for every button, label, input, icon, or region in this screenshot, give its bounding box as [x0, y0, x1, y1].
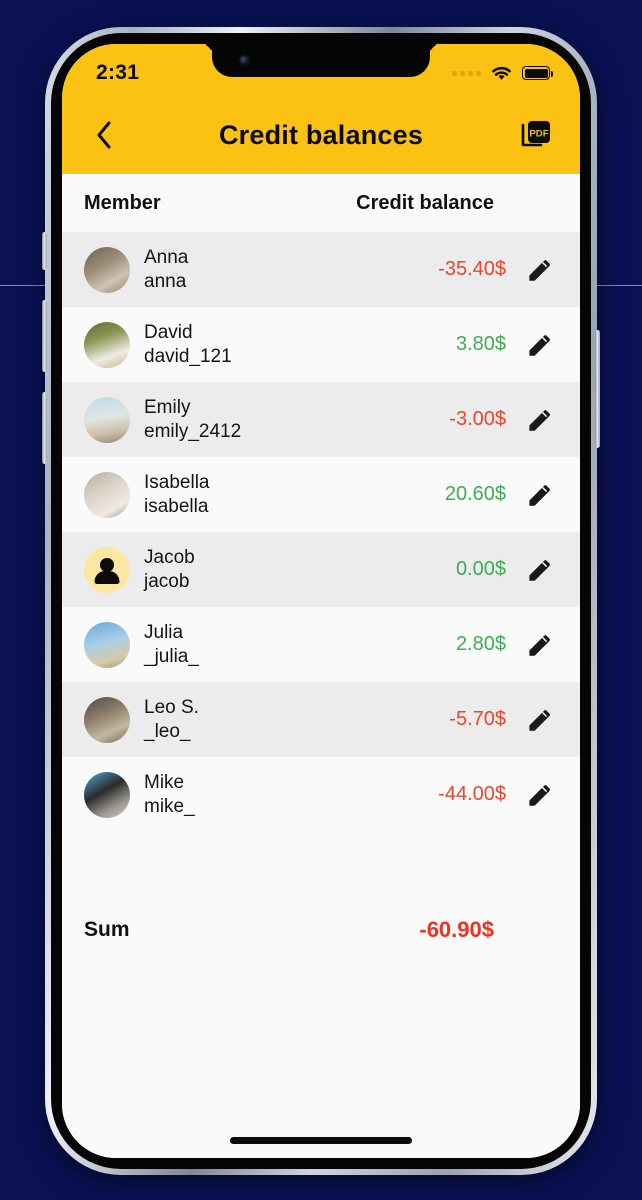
avatar — [84, 246, 130, 293]
avatar — [84, 771, 130, 818]
summary-value: -60.90$ — [419, 916, 494, 942]
member-identity: Jacob jacob — [144, 546, 456, 592]
credit-balance-value: -44.00$ — [438, 783, 506, 805]
silent-switch-button[interactable] — [42, 232, 47, 270]
status-indicators — [452, 65, 554, 82]
edit-balance-button[interactable] — [520, 326, 558, 364]
member-name: Anna — [144, 247, 189, 269]
pencil-icon — [528, 710, 550, 731]
credit-balance-value: 3.80$ — [455, 333, 506, 355]
edit-balance-button[interactable] — [520, 626, 558, 664]
table-header-row: Member Credit balance — [62, 174, 580, 232]
avatar — [84, 396, 130, 443]
battery-full-icon — [522, 66, 554, 80]
home-indicator[interactable] — [230, 1137, 412, 1144]
member-identity: Isabella isabella — [144, 471, 445, 517]
member-name: Isabella — [144, 472, 210, 494]
pencil-icon — [528, 335, 550, 356]
table-row[interactable]: David david_121 3.80$ — [62, 307, 580, 382]
member-identity: Leo S. _leo_ — [144, 696, 449, 742]
back-button[interactable] — [84, 115, 124, 155]
column-header-balance: Credit balance — [356, 191, 494, 214]
credit-balance-value: 2.80$ — [455, 633, 506, 655]
summary-row: Sum -60.90$ — [62, 892, 580, 967]
table-row[interactable]: Julia _julia_ 2.80$ — [62, 607, 580, 682]
credit-balance-value: -3.00$ — [449, 408, 506, 430]
pencil-icon — [528, 635, 550, 656]
power-button[interactable] — [595, 330, 600, 448]
member-handle: isabella — [144, 495, 209, 517]
pdf-export-icon: PDF — [521, 121, 550, 147]
display-notch — [212, 44, 430, 77]
member-name: Emily — [144, 397, 191, 419]
credit-balance-value: 20.60$ — [444, 483, 506, 505]
table-row[interactable]: Jacob jacob 0.00$ — [62, 532, 580, 607]
table-row[interactable]: Leo S. _leo_ -5.70$ — [62, 682, 580, 757]
table-row[interactable]: Anna anna -35.40$ — [62, 232, 580, 307]
volume-down-button[interactable] — [42, 392, 47, 464]
member-handle: _julia_ — [144, 645, 199, 667]
edit-balance-button[interactable] — [520, 476, 558, 514]
member-handle: anna — [144, 270, 187, 292]
credit-balance-value: 0.00$ — [455, 558, 506, 580]
credit-balance-value: -5.70$ — [449, 708, 506, 730]
member-name: David — [144, 322, 193, 344]
member-identity: David david_121 — [144, 321, 456, 367]
table-row[interactable]: Emily emily_2412 -3.00$ — [62, 382, 580, 457]
pencil-icon — [528, 785, 550, 806]
pencil-icon — [528, 260, 550, 281]
phone-screen: 2:31 Credit balances PDF Member Credit b… — [62, 44, 580, 1158]
avatar — [84, 696, 130, 743]
edit-balance-button[interactable] — [520, 701, 558, 739]
svg-text:PDF: PDF — [529, 128, 548, 139]
member-identity: Julia _julia_ — [144, 621, 456, 667]
member-name: Julia — [144, 622, 184, 644]
avatar — [84, 321, 130, 368]
chevron-left-icon — [97, 121, 111, 149]
edit-balance-button[interactable] — [520, 251, 558, 289]
signal-dots-icon — [452, 70, 481, 76]
member-identity: Anna anna — [144, 246, 438, 292]
navigation-bar: Credit balances PDF — [62, 96, 580, 174]
front-camera-icon — [240, 56, 249, 65]
member-identity: Emily emily_2412 — [144, 396, 449, 442]
page-title: Credit balances — [218, 119, 424, 150]
credit-balances-list: Member Credit balance Anna anna -35.40$ Dav… — [62, 174, 580, 1158]
pencil-icon — [528, 410, 550, 431]
table-row[interactable]: Isabella isabella 20.60$ — [62, 457, 580, 532]
pdf-export-button[interactable]: PDF — [516, 115, 556, 155]
pencil-icon — [528, 560, 550, 581]
status-bar: 2:31 — [62, 44, 580, 96]
member-name: Jacob — [144, 547, 195, 569]
summary-label: Sum — [84, 917, 130, 941]
pencil-icon — [528, 485, 550, 506]
member-handle: emily_2412 — [144, 420, 242, 442]
volume-up-button[interactable] — [42, 300, 47, 372]
member-identity: Mike mike_ — [144, 771, 438, 817]
edit-balance-button[interactable] — [520, 776, 558, 814]
member-name: Mike — [144, 772, 185, 794]
table-row[interactable]: Mike mike_ -44.00$ — [62, 757, 580, 832]
member-handle: _leo_ — [144, 720, 191, 742]
column-header-member: Member — [84, 191, 161, 214]
scene: 2:31 Credit balances PDF Member Credit b… — [0, 0, 642, 1200]
member-handle: mike_ — [144, 795, 195, 817]
edit-balance-button[interactable] — [520, 551, 558, 589]
status-clock: 2:31 — [96, 61, 140, 84]
edit-balance-button[interactable] — [520, 401, 558, 439]
avatar — [84, 471, 130, 518]
member-name: Leo S. — [144, 697, 199, 719]
avatar-placeholder-icon — [84, 546, 130, 593]
member-handle: jacob — [144, 570, 190, 592]
member-handle: david_121 — [144, 345, 232, 367]
avatar — [84, 621, 130, 668]
wifi-icon — [492, 66, 511, 80]
credit-balance-value: -35.40$ — [438, 258, 506, 280]
member-rows: Anna anna -35.40$ David david_121 3.80$ Emily e… — [62, 232, 580, 832]
